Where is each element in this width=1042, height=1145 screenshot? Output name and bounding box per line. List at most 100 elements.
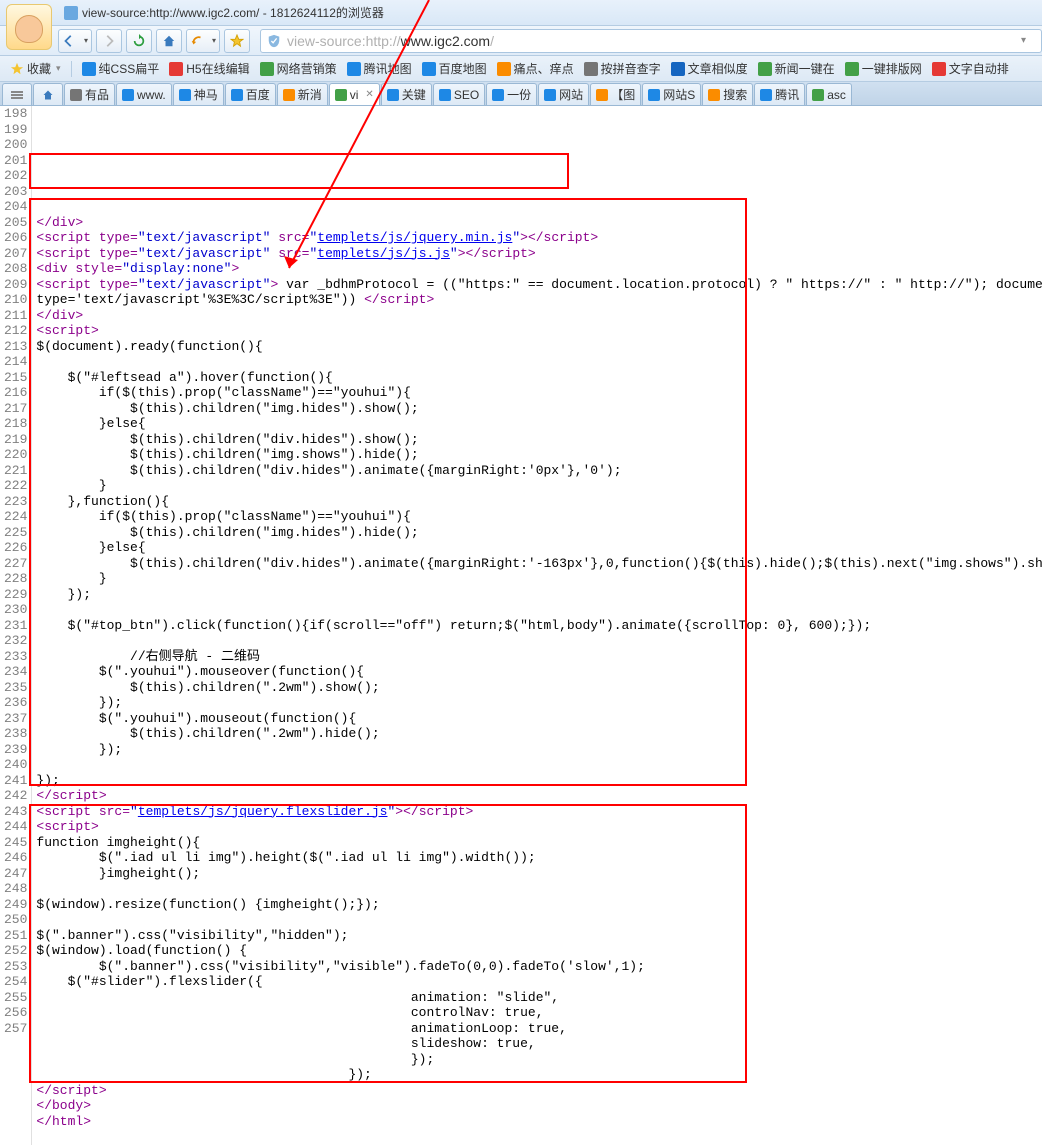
- bookmark-icon: [671, 62, 685, 76]
- code-line: });: [36, 773, 1042, 789]
- tab[interactable]: 一份: [486, 83, 537, 105]
- line-number: 199: [4, 122, 27, 138]
- code-line: <script>: [36, 323, 1042, 339]
- tab[interactable]: 关键: [381, 83, 432, 105]
- home-button[interactable]: [156, 29, 182, 53]
- home-tab-button[interactable]: [33, 83, 63, 105]
- line-number: 221: [4, 463, 27, 479]
- bookmark-item[interactable]: 文章相似度: [667, 58, 752, 79]
- bookmark-item[interactable]: 百度地图: [418, 58, 491, 79]
- line-number: 237: [4, 711, 27, 727]
- tab-label: vi: [350, 88, 359, 102]
- line-number: 250: [4, 912, 27, 928]
- code-line: $("#leftsead a").hover(function(){: [36, 370, 1042, 386]
- line-number: 238: [4, 726, 27, 742]
- forward-button[interactable]: [96, 29, 122, 53]
- tab[interactable]: 神马: [173, 83, 224, 105]
- tab-favicon: [648, 89, 660, 101]
- code-line: $(".banner").css("visibility","hidden");: [36, 928, 1042, 944]
- code-line: $(".iad ul li img").height($(".iad ul li…: [36, 850, 1042, 866]
- bookmark-label: 纯CSS扁平: [99, 60, 160, 77]
- tab[interactable]: 新消: [277, 83, 328, 105]
- tab-favicon: [70, 89, 82, 101]
- code-line: </script>: [36, 1083, 1042, 1099]
- bookmark-item[interactable]: 文字自动排: [928, 58, 1013, 79]
- code-line: animation: "slide",: [36, 990, 1042, 1006]
- line-number: 251: [4, 928, 27, 944]
- bookmark-item[interactable]: 一键排版网: [841, 58, 926, 79]
- tab[interactable]: 搜索: [702, 83, 753, 105]
- tab[interactable]: 网站S: [642, 83, 701, 105]
- favorites-button[interactable]: [224, 29, 250, 53]
- tab[interactable]: 百度: [225, 83, 276, 105]
- tab-label: 有品: [85, 86, 109, 103]
- tab-list-button[interactable]: [2, 83, 32, 105]
- line-number: 236: [4, 695, 27, 711]
- code-line: [36, 912, 1042, 928]
- line-number: 226: [4, 540, 27, 556]
- reload-button[interactable]: [126, 29, 152, 53]
- code-line: <script type="text/javascript" src="temp…: [36, 246, 1042, 262]
- code-line: <script>: [36, 819, 1042, 835]
- source-view: 1981992002012022032042052062072082092102…: [0, 106, 1042, 1145]
- add-favorite-button[interactable]: 收藏 ▾: [6, 58, 65, 79]
- code-line: }else{: [36, 540, 1042, 556]
- bookmark-item[interactable]: 新闻一键在: [754, 58, 839, 79]
- bookmark-icon: [260, 62, 274, 76]
- bookmark-item[interactable]: 腾讯地图: [343, 58, 416, 79]
- line-number: 225: [4, 525, 27, 541]
- bookmark-item[interactable]: 纯CSS扁平: [78, 58, 164, 79]
- tab-label: SEO: [454, 88, 479, 102]
- code-area[interactable]: </div><script type="text/javascript" src…: [32, 106, 1042, 1145]
- code-line: [36, 633, 1042, 649]
- tab-favicon: [492, 89, 504, 101]
- tab[interactable]: asc: [806, 83, 852, 105]
- code-line: }imgheight();: [36, 866, 1042, 882]
- tab[interactable]: 网站: [538, 83, 589, 105]
- avatar[interactable]: [6, 4, 52, 50]
- tab[interactable]: SEO: [433, 83, 485, 105]
- code-line: $(this).children("div.hides").animate({m…: [36, 556, 1042, 572]
- line-number: 230: [4, 602, 27, 618]
- back-button[interactable]: [58, 29, 92, 53]
- window-title-wrap: view-source:http://www.igc2.com/ - 18126…: [64, 4, 384, 21]
- line-number: 247: [4, 866, 27, 882]
- line-number: 249: [4, 897, 27, 913]
- bookmark-icon: [845, 62, 859, 76]
- line-number: 244: [4, 819, 27, 835]
- tab[interactable]: 腾讯: [754, 83, 805, 105]
- line-number: 239: [4, 742, 27, 758]
- tab[interactable]: 有品: [64, 83, 115, 105]
- add-favorite-label: 收藏: [27, 60, 51, 77]
- line-number: 245: [4, 835, 27, 851]
- star-plus-icon: [10, 62, 24, 76]
- tab-label: 【图: [611, 86, 635, 103]
- line-number: 231: [4, 618, 27, 634]
- bookmark-item[interactable]: 痛点、痒点: [493, 58, 578, 79]
- line-number: 255: [4, 990, 27, 1006]
- code-line: <script src="templets/js/jquery.flexslid…: [36, 804, 1042, 820]
- bookmark-icon: [169, 62, 183, 76]
- tab[interactable]: www.: [116, 83, 172, 105]
- bookmark-item[interactable]: H5在线编辑: [165, 58, 253, 79]
- address-bar[interactable]: view-source:http://www.igc2.com/ ▾: [260, 29, 1042, 53]
- code-line: $("#top_btn").click(function(){if(scroll…: [36, 618, 1042, 634]
- line-number: 252: [4, 943, 27, 959]
- tab[interactable]: vi ✕: [329, 83, 380, 105]
- address-dropdown-icon[interactable]: ▾: [1021, 35, 1035, 46]
- code-line: }: [36, 571, 1042, 587]
- bookmark-item[interactable]: 按拼音查字: [580, 58, 665, 79]
- undo-button[interactable]: [186, 29, 220, 53]
- tab-favicon: [544, 89, 556, 101]
- code-line: $(this).children(".2wm").hide();: [36, 726, 1042, 742]
- code-line: if($(this).prop("className")=="youhui"){: [36, 385, 1042, 401]
- bookmark-item[interactable]: 网络营销策: [256, 58, 341, 79]
- shield-icon: [267, 34, 281, 48]
- code-line: [36, 1129, 1042, 1145]
- line-number: 207: [4, 246, 27, 262]
- code-line: function imgheight(){: [36, 835, 1042, 851]
- code-line: $(".youhui").mouseover(function(){: [36, 664, 1042, 680]
- tab[interactable]: 【图: [590, 83, 641, 105]
- code-line: $(this).children("img.shows").hide();: [36, 447, 1042, 463]
- close-icon[interactable]: ✕: [365, 89, 373, 100]
